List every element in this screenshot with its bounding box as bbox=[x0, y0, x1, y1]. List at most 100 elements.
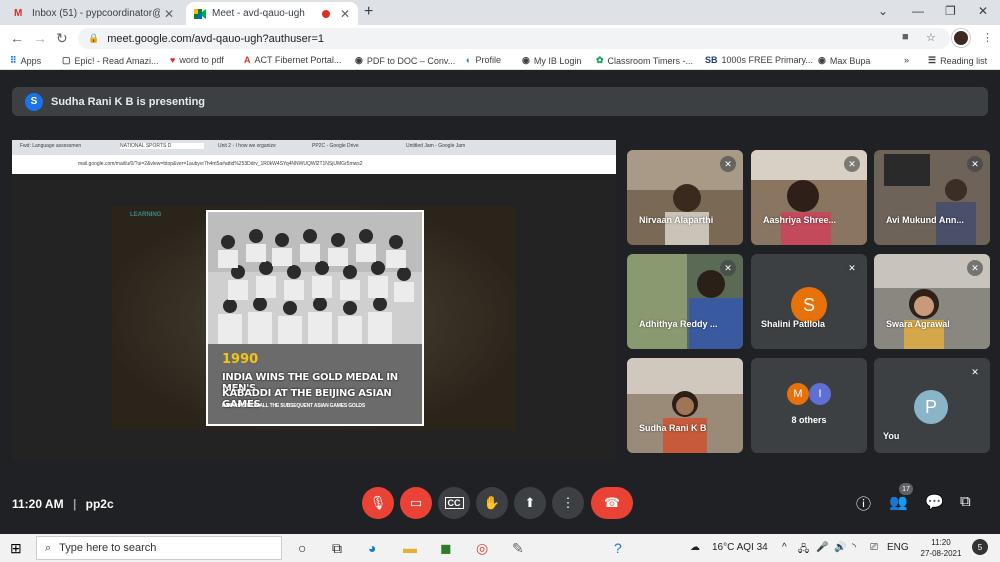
bookmark-label: PDF to DOC – Conv... bbox=[366, 55, 456, 66]
participant-video bbox=[627, 358, 743, 453]
bookmark-act[interactable]: A ACT Fibernet Portal... bbox=[244, 55, 341, 65]
cortana-icon[interactable]: ○ bbox=[298, 540, 306, 556]
participant-avatar: S bbox=[791, 287, 827, 323]
windows-start-icon[interactable]: ⊞ bbox=[10, 540, 22, 557]
mic-off-icon: ✕ bbox=[720, 156, 736, 172]
reading-list-button[interactable]: ☰ Reading list bbox=[928, 55, 987, 66]
participant-tile[interactable]: ✕ S Shalini Patllola bbox=[751, 254, 867, 349]
participant-avatar: M bbox=[787, 383, 809, 405]
participant-tile[interactable]: ✕ Swara Agrawal bbox=[874, 254, 990, 349]
taskbar-clock[interactable]: 11:20 27-08-2021 bbox=[918, 537, 964, 559]
participant-tile[interactable]: ✕ Nirvaan Alaparthi bbox=[627, 150, 743, 245]
bookmark-apps[interactable]: ⠿ Apps bbox=[10, 55, 41, 66]
bookmark-label: ACT Fibernet Portal... bbox=[254, 55, 342, 65]
people-icon[interactable]: 👥 bbox=[889, 493, 908, 511]
shared-tab: Unit 2 - I how we organize bbox=[218, 143, 276, 149]
bookmark-profile[interactable]: ◐ Profile bbox=[466, 55, 501, 65]
tab-inbox[interactable]: M Inbox (51) - pypcoordinator@the ✕ bbox=[6, 2, 182, 25]
raise-hand-button[interactable]: ✋ bbox=[476, 487, 508, 519]
bookmark-label: My IB Login bbox=[533, 55, 582, 66]
camera-toggle-button[interactable]: ▭ bbox=[400, 487, 432, 519]
task-view-icon[interactable]: ⧉ bbox=[332, 540, 342, 557]
leave-call-button[interactable]: ☎ bbox=[591, 487, 633, 519]
bookmark-word-to-pdf[interactable]: ♥ word to pdf bbox=[170, 55, 224, 65]
close-tab-icon[interactable]: ✕ bbox=[340, 7, 350, 21]
participant-name: Swara Agrawal bbox=[886, 319, 950, 329]
self-tile[interactable]: ✕ P You bbox=[874, 358, 990, 453]
network-icon[interactable]: 🖧 bbox=[798, 542, 809, 559]
wifi-icon[interactable]: ◝ bbox=[852, 542, 856, 553]
shared-url: mail.google.com/mail/u/0/?ui=2&view=btop… bbox=[78, 161, 363, 167]
participant-tile[interactable]: ✕ Adhithya Reddy ... bbox=[627, 254, 743, 349]
timer-icon: ✿ bbox=[596, 55, 604, 65]
paint-icon[interactable]: ✎ bbox=[512, 540, 524, 557]
sb-icon: SB bbox=[705, 55, 718, 65]
maximize-button[interactable]: ❐ bbox=[945, 4, 956, 18]
mic-toggle-button[interactable]: 🎙 bbox=[362, 487, 394, 519]
taskbar-search[interactable]: ⌕ Type here to search bbox=[36, 536, 282, 560]
globe-icon: ◉ bbox=[818, 55, 826, 65]
activities-icon[interactable]: ⧉ bbox=[960, 493, 971, 510]
shared-tab-strip: Fwd: Language assessmen NATIONAL SPORTS … bbox=[12, 140, 616, 155]
notification-center-icon[interactable]: 5 bbox=[972, 539, 988, 555]
ime-icon[interactable]: ⎚ bbox=[870, 542, 878, 553]
minimize-button[interactable]: — bbox=[912, 4, 924, 18]
mic-tray-icon[interactable]: 🎤 bbox=[816, 542, 828, 553]
bookmark-label: Epic! - Read Amazi... bbox=[74, 55, 159, 66]
bookmark-ib-login[interactable]: ◉ My IB Login bbox=[522, 55, 581, 66]
bookmark-label: Apps bbox=[20, 55, 42, 66]
others-tile[interactable]: M I 8 others bbox=[751, 358, 867, 453]
profile-avatar[interactable] bbox=[952, 29, 970, 47]
bookmark-classroom-timers[interactable]: ✿ Classroom Timers -... bbox=[596, 55, 693, 66]
more-bookmarks-button[interactable]: » bbox=[904, 55, 909, 65]
bookmark-label: Max Bupa bbox=[829, 55, 871, 66]
bookmark-pdf-to-doc[interactable]: ◉ PDF to DOC – Conv... bbox=[355, 55, 455, 66]
participant-tile[interactable]: ✕ Avi Mukund Ann... bbox=[874, 150, 990, 245]
participant-avatar: I bbox=[809, 383, 831, 405]
captions-icon: CC bbox=[444, 497, 464, 509]
forward-icon[interactable]: → bbox=[33, 30, 47, 46]
edge-icon[interactable]: ◕ bbox=[368, 540, 376, 556]
mic-off-icon: ✕ bbox=[967, 156, 983, 172]
present-button[interactable]: ⬆ bbox=[514, 487, 546, 519]
participant-name: Nirvaan Alaparthi bbox=[639, 215, 714, 225]
meeting-code: pp2c bbox=[85, 497, 114, 511]
shared-tab: Fwd: Language assessmen bbox=[20, 143, 82, 149]
globe-icon: ◉ bbox=[522, 55, 530, 65]
caption-year: 1990 bbox=[222, 352, 259, 367]
presenting-text: Sudha Rani K B is presenting bbox=[51, 95, 206, 108]
bookmark-label: Profile bbox=[475, 55, 501, 65]
help-icon[interactable]: ? bbox=[614, 540, 622, 556]
new-tab-button[interactable]: + bbox=[364, 3, 373, 21]
more-options-button[interactable]: ⋮ bbox=[552, 487, 584, 519]
camera-indicator-icon[interactable]: ■ bbox=[902, 31, 909, 43]
presenter-avatar: S bbox=[25, 92, 43, 111]
weather-text: 16°C AQI 34 bbox=[712, 542, 768, 553]
close-window-button[interactable]: ✕ bbox=[978, 4, 988, 18]
menu-icon[interactable]: ⋮ bbox=[982, 31, 993, 44]
meeting-details-icon[interactable]: ⓘ bbox=[856, 493, 871, 514]
language-indicator[interactable]: ENG bbox=[887, 542, 909, 553]
sticky-notes-icon[interactable]: ◼ bbox=[440, 540, 452, 557]
tab-meet[interactable]: Meet - avd-qauo-ugh ✕ bbox=[186, 2, 358, 25]
bookmark-max-bupa[interactable]: ◉ Max Bupa bbox=[818, 55, 870, 66]
chat-icon[interactable]: 💬 bbox=[925, 493, 944, 511]
participant-tile[interactable]: ✕ Aashriya Shree... bbox=[751, 150, 867, 245]
address-bar[interactable]: 🔒 meet.google.com/avd-qauo-ugh?authuser=… bbox=[78, 28, 950, 49]
tray-expand-icon[interactable]: ^ bbox=[782, 542, 787, 553]
bookmark-epic[interactable]: ▢ Epic! - Read Amazi... bbox=[62, 55, 159, 66]
volume-icon[interactable]: 🔊 bbox=[834, 542, 846, 553]
close-tab-icon[interactable]: ✕ bbox=[164, 7, 174, 21]
bookmark-star-icon[interactable]: ☆ bbox=[926, 31, 936, 44]
reload-icon[interactable]: ↻ bbox=[56, 30, 68, 47]
mic-off-icon: ✕ bbox=[844, 260, 860, 276]
captions-button[interactable]: CC bbox=[438, 487, 470, 519]
tab-search-icon[interactable]: ⌄ bbox=[878, 4, 888, 18]
back-icon[interactable]: ← bbox=[10, 30, 24, 46]
participant-tile[interactable]: Sudha Rani K B bbox=[627, 358, 743, 453]
chrome-icon[interactable]: ◎ bbox=[476, 540, 488, 557]
bookmark-primary[interactable]: SB 1000s FREE Primary... bbox=[705, 55, 813, 65]
presenting-banner: S Sudha Rani K B is presenting bbox=[12, 87, 988, 116]
act-icon: A bbox=[244, 55, 251, 65]
file-explorer-icon[interactable]: ▬ bbox=[403, 540, 417, 556]
